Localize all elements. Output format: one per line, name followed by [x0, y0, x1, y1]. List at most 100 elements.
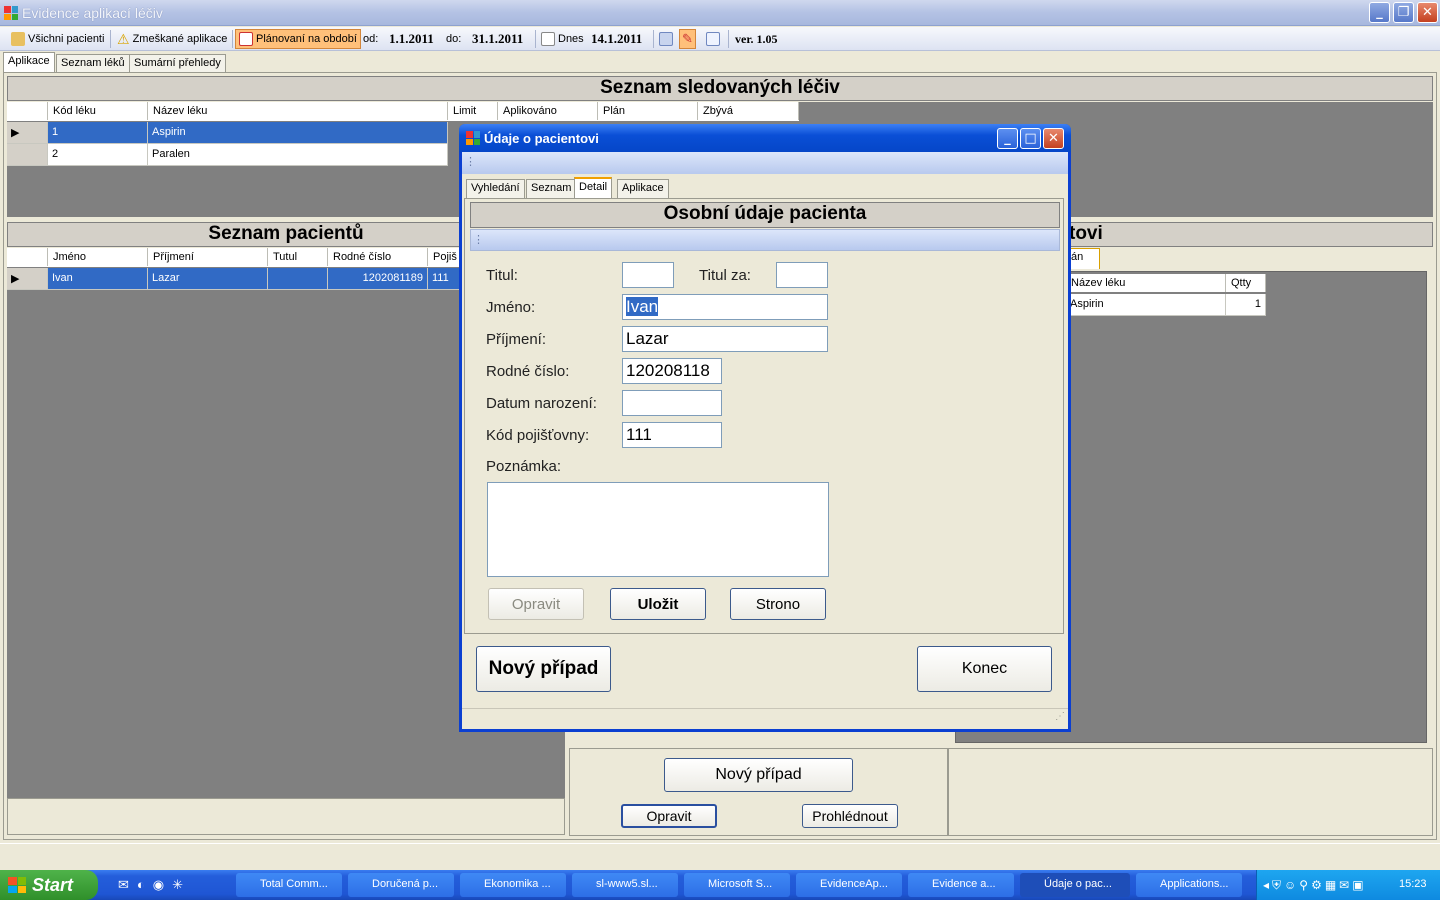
- quick-launch-icons[interactable]: ✉◐◉✳: [118, 877, 191, 893]
- tab-seznam-leku[interactable]: Seznam léků: [56, 54, 130, 73]
- start-label: Start: [32, 875, 74, 895]
- col-limit[interactable]: Limit: [448, 102, 498, 120]
- col-rodne-cislo[interactable]: Rodné číslo: [328, 248, 428, 266]
- titul-za-field[interactable]: [776, 262, 828, 288]
- row-selector-icon[interactable]: ▶: [7, 122, 48, 144]
- dialog-title: Údaje o pacientovi: [484, 131, 599, 146]
- table-row[interactable]: 2 Paralen: [7, 144, 448, 166]
- rodne-cislo-field[interactable]: 120208118: [622, 358, 722, 384]
- clock[interactable]: 15:23: [1399, 878, 1427, 890]
- col-nazev-leku[interactable]: Název léku: [148, 102, 448, 120]
- dialog-maximize-button[interactable]: □: [1020, 128, 1041, 149]
- label-poznamka: Poznámka:: [486, 458, 562, 475]
- row-selector-icon[interactable]: ▶: [7, 268, 48, 290]
- table-row[interactable]: Aspirin 1: [1066, 294, 1266, 316]
- separator: [728, 30, 729, 48]
- calendar-icon: [239, 32, 253, 46]
- row-header-corner: [7, 248, 48, 266]
- datum-narozeni-field[interactable]: [622, 390, 722, 416]
- task-sl-www5[interactable]: sl-www5.sl...: [572, 873, 678, 897]
- status-bar: [0, 843, 1440, 869]
- missed-button[interactable]: ⚠ Zmeškané aplikace: [114, 29, 230, 49]
- tab-sumarni-prehledy[interactable]: Sumární přehledy: [129, 54, 226, 73]
- label-kod-pojistovny: Kód pojišťovny:: [486, 427, 590, 444]
- label-titul: Titul:: [486, 267, 518, 284]
- task-applications[interactable]: Applications...: [1136, 873, 1242, 897]
- planning-button[interactable]: Plánovaní na období: [235, 29, 361, 49]
- right-panel-title: tovi: [1068, 222, 1433, 247]
- tab-vyhledani[interactable]: Vyhledání: [466, 179, 525, 198]
- tab-seznam[interactable]: Seznam: [526, 179, 577, 198]
- save-button[interactable]: Uložit: [610, 588, 706, 620]
- start-button[interactable]: Start: [0, 870, 98, 900]
- col-jmeno[interactable]: Jméno: [48, 248, 148, 266]
- task-microsoft-s[interactable]: Microsoft S...: [684, 873, 790, 897]
- row-header-corner: [7, 102, 48, 120]
- task-total-commander[interactable]: Total Comm...: [236, 873, 342, 897]
- prijmeni-field[interactable]: Lazar: [622, 326, 828, 352]
- to-date-value: 31.1.2011: [472, 31, 524, 46]
- new-case-button[interactable]: Nový případ: [476, 646, 611, 692]
- from-date[interactable]: 1.1.2011: [386, 29, 437, 49]
- label-datum-narozeni: Datum narození:: [486, 395, 597, 412]
- col-aplikovano[interactable]: Aplikováno: [498, 102, 598, 120]
- to-date[interactable]: 31.1.2011: [469, 29, 526, 49]
- today-label: Dnes: [558, 33, 584, 45]
- col-zbyva[interactable]: Zbývá: [698, 102, 799, 120]
- col-nazev-leku-right[interactable]: Název léku: [1066, 274, 1226, 292]
- close-button[interactable]: ✕: [1417, 2, 1438, 23]
- restore-button[interactable]: ❐: [1393, 2, 1414, 23]
- task-evidenceap[interactable]: EvidenceAp...: [796, 873, 902, 897]
- cancel-button[interactable]: Strono: [730, 588, 826, 620]
- close-dialog-button[interactable]: Konec: [917, 646, 1052, 692]
- edit-button-main[interactable]: Opravit: [621, 804, 717, 828]
- task-dorucena-posta[interactable]: Doručená p...: [348, 873, 454, 897]
- col-qtty[interactable]: Qtty: [1226, 274, 1266, 292]
- minimize-button[interactable]: _: [1369, 2, 1390, 23]
- label-titul-za: Titul za:: [699, 267, 751, 284]
- dialog-close-button[interactable]: ✕: [1043, 128, 1064, 149]
- patient-last: Lazar: [148, 268, 268, 290]
- to-label: do:: [446, 33, 462, 45]
- col-plan[interactable]: Plán: [598, 102, 698, 120]
- right-drug-qty: 1: [1226, 294, 1266, 316]
- separator: [535, 30, 536, 48]
- toolbar: Všichni pacienti ⚠ Zmeškané aplikace Plán…: [0, 27, 1440, 51]
- dialog-minimize-button[interactable]: _: [997, 128, 1018, 149]
- table-button[interactable]: [703, 29, 723, 49]
- from-date-value: 1.1.2011: [389, 31, 434, 46]
- kod-pojistovny-field[interactable]: 111: [622, 422, 722, 448]
- tab-aplikace[interactable]: Aplikace: [3, 52, 55, 73]
- detail-toolstrip: ⋮: [470, 229, 1060, 251]
- today-button[interactable]: Dnes: [538, 29, 587, 49]
- dialog-title-bar: Údaje o pacientovi _ □ ✕: [459, 124, 1071, 152]
- task-ekonomika[interactable]: Ekonomika ...: [460, 873, 566, 897]
- right-panel-tab[interactable]: án: [1066, 248, 1100, 269]
- app-icon: [4, 6, 18, 20]
- task-evidence-a[interactable]: Evidence a...: [908, 873, 1014, 897]
- col-prijmeni[interactable]: Příjmení: [148, 248, 268, 266]
- col-kod-leku[interactable]: Kód léku: [48, 102, 148, 120]
- view-button-main[interactable]: Prohlédnout: [802, 804, 898, 828]
- version-value: ver. 1.05: [735, 31, 778, 46]
- all-patients-button[interactable]: Všichni pacienti: [8, 29, 107, 49]
- poznamka-field[interactable]: [487, 482, 829, 577]
- col-tutul[interactable]: Tutul: [268, 248, 328, 266]
- jmeno-field[interactable]: Ivan: [622, 294, 828, 320]
- resize-grip-icon[interactable]: ⋰: [1055, 711, 1065, 722]
- patients-icon: [11, 32, 25, 46]
- all-patients-label: Všichni pacienti: [28, 33, 105, 45]
- row-selector[interactable]: [7, 144, 48, 166]
- table-row[interactable]: ▶ 1 Aspirin: [7, 122, 448, 144]
- right-header: Název léku Qtty: [1066, 274, 1266, 292]
- today-date-value: 14.1.2011: [591, 31, 643, 46]
- tab-detail[interactable]: Detail: [574, 177, 613, 198]
- tab-aplikace-dlg[interactable]: Aplikace: [617, 179, 669, 198]
- task-udaje-o-pacientovi[interactable]: Údaje o pac...: [1020, 873, 1130, 897]
- windows-button[interactable]: [656, 29, 676, 49]
- new-case-button-main[interactable]: Nový případ: [664, 758, 853, 792]
- pin-button[interactable]: ✎: [679, 29, 696, 49]
- tray-icons[interactable]: ◂⛨☺⚲⚙▦✉▣: [1263, 878, 1367, 893]
- titul-field[interactable]: [622, 262, 674, 288]
- edit-button-disabled[interactable]: Opravit: [488, 588, 584, 620]
